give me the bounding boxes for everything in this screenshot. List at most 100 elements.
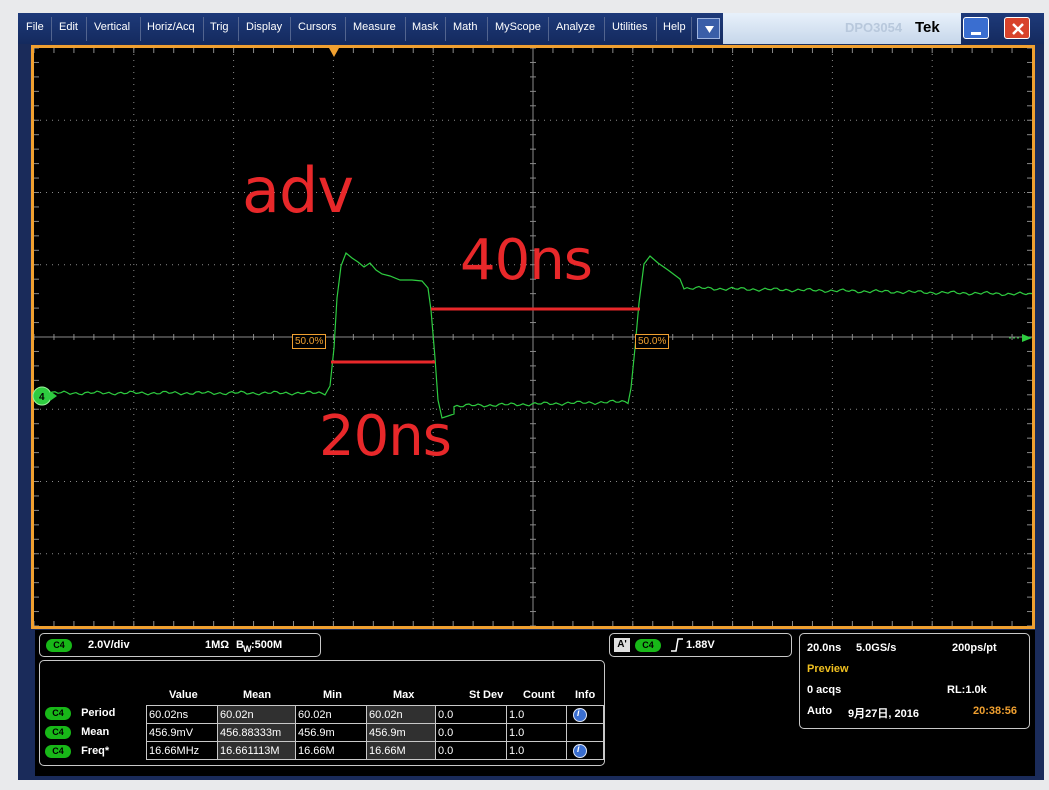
triangle-down-icon [705,26,714,33]
time: 20:38:56 [973,705,1018,717]
annotation-adv: adv [242,154,354,227]
header-min: Min [323,689,342,701]
trigger-a-badge: A' [614,638,630,652]
vertical-scale: 2.0V/div [88,639,130,651]
input-coupling: 1MΩ [205,639,230,651]
channel-4-badge: C4 [45,726,71,739]
menu-separator [290,17,291,41]
model-name-ghost: DPO3054 [845,20,903,35]
menu-separator [445,17,446,41]
menu-math[interactable]: Math [453,21,477,33]
menu-separator [405,17,406,41]
close-icon [1012,23,1024,35]
table-row: 456.9mV 456.88333m 456.9m 456.9m 0.0 1.0 [146,723,604,742]
measurement-ref-tag-right: 50.0% [635,334,670,349]
horizontal-acquisition-readout[interactable]: 20.0ns 5.0GS/s 200ps/pt Preview 0 acqs R… [799,633,1030,729]
menu-separator [203,17,204,41]
menu-analyze[interactable]: Analyze [556,21,595,33]
trigger-level: 1.88V [686,639,715,651]
header-count: Count [523,689,555,701]
info-icon[interactable]: i [573,743,587,758]
channel-4-badge: C4 [45,745,71,758]
oscilloscope-app-window: File Edit Vertical Horiz/Acq Trig Displa… [18,13,1044,780]
info-icon[interactable]: i [573,707,587,722]
table-row: 16.66MHz 16.661113M 16.66M 16.66M 0.0 1.… [146,741,604,760]
measurement-name: Mean [81,726,110,738]
minimize-icon [971,32,981,35]
menu-separator [140,17,141,41]
measurement-name: Freq* [81,745,110,757]
cell-info [566,723,604,742]
cell-count: 1.0 [506,723,567,742]
measurement-name: Period [81,707,116,719]
menu-measure[interactable]: Measure [353,21,396,33]
cell-mean: 16.661113M [217,741,296,760]
cell-info[interactable]: i [566,741,604,760]
cell-stdev: 0.0 [435,741,507,760]
menu-horiz-acq[interactable]: Horiz/Acq [147,21,195,33]
cell-stdev: 0.0 [435,723,507,742]
menu-separator [86,17,87,41]
trigger-level-marker[interactable] [1022,334,1032,342]
cell-max: 16.66M [366,741,436,760]
cell-mean: 60.02n [217,705,296,724]
minimize-button[interactable] [963,17,989,39]
menu-separator [238,17,239,41]
bandwidth-limit: :500M [251,639,283,651]
menu-edit[interactable]: Edit [59,21,78,33]
measurement-ref-tag-left: 50.0% [292,334,327,349]
close-button[interactable] [1004,17,1030,39]
menu-separator [548,17,549,41]
header-mean: Mean [243,689,272,701]
row-label-freq[interactable]: C4 Freq* [45,745,109,758]
trigger-position-marker[interactable] [329,48,339,57]
cell-min: 16.66M [295,741,367,760]
menu-help[interactable]: Help [663,21,686,33]
menu-utilities[interactable]: Utilities [612,21,647,33]
status-panel: C4 2.0V/div 1MΩ B W :500M A' C4 1.88V Va… [35,630,1035,776]
cell-mean: 456.88333m [217,723,296,742]
graticule-and-trace [34,48,1032,626]
trigger-readout[interactable]: A' C4 1.88V [609,633,792,657]
measurements-table-panel[interactable]: Value Mean Min Max St Dev Count Info C4 … [39,660,605,766]
menu-bar: File Edit Vertical Horiz/Acq Trig Displa… [18,13,1044,44]
annotation-40ns: 40ns [460,228,593,293]
waveform-display[interactable]: 50.0% 50.0% 4 adv 40ns 20ns [31,45,1035,629]
menu-display[interactable]: Display [246,21,282,33]
menu-trig[interactable]: Trig [210,21,229,33]
header-value: Value [169,689,198,701]
annotation-20ns: 20ns [319,404,452,469]
trigger-mode: Auto [807,705,833,717]
cell-max: 60.02n [366,705,436,724]
cell-value: 60.02ns [146,705,218,724]
cell-count: 1.0 [506,705,567,724]
header-st-dev: St Dev [469,689,504,701]
header-max: Max [393,689,415,701]
menu-mask[interactable]: Mask [412,21,438,33]
table-row: 60.02ns 60.02n 60.02n 60.02n 0.0 1.0 i [146,705,604,724]
cell-stdev: 0.0 [435,705,507,724]
menu-separator [51,17,52,41]
menu-cursors[interactable]: Cursors [298,21,337,33]
row-label-mean[interactable]: C4 Mean [45,726,109,739]
brand-logo: Tek [915,19,940,36]
cell-max: 456.9m [366,723,436,742]
cell-min: 60.02n [295,705,367,724]
menu-dropdown-button[interactable] [697,18,720,39]
row-label-period[interactable]: C4 Period [45,707,115,720]
cell-value: 16.66MHz [146,741,218,760]
menu-file[interactable]: File [26,21,44,33]
trigger-channel-badge: C4 [635,639,661,652]
menu-vertical[interactable]: Vertical [94,21,130,33]
sample-rate: 5.0GS/s [856,642,897,654]
time-per-div: 20.0ns [807,642,842,654]
channel-4-badge: C4 [45,707,71,720]
menu-separator [604,17,605,41]
graticule [34,48,1032,626]
cell-min: 456.9m [295,723,367,742]
menu-separator [691,17,692,41]
menu-myscope[interactable]: MyScope [495,21,541,33]
channel-4-vertical-readout[interactable]: C4 2.0V/div 1MΩ B W :500M [39,633,321,657]
cell-info[interactable]: i [566,705,604,724]
time-per-point: 200ps/pt [952,642,997,654]
